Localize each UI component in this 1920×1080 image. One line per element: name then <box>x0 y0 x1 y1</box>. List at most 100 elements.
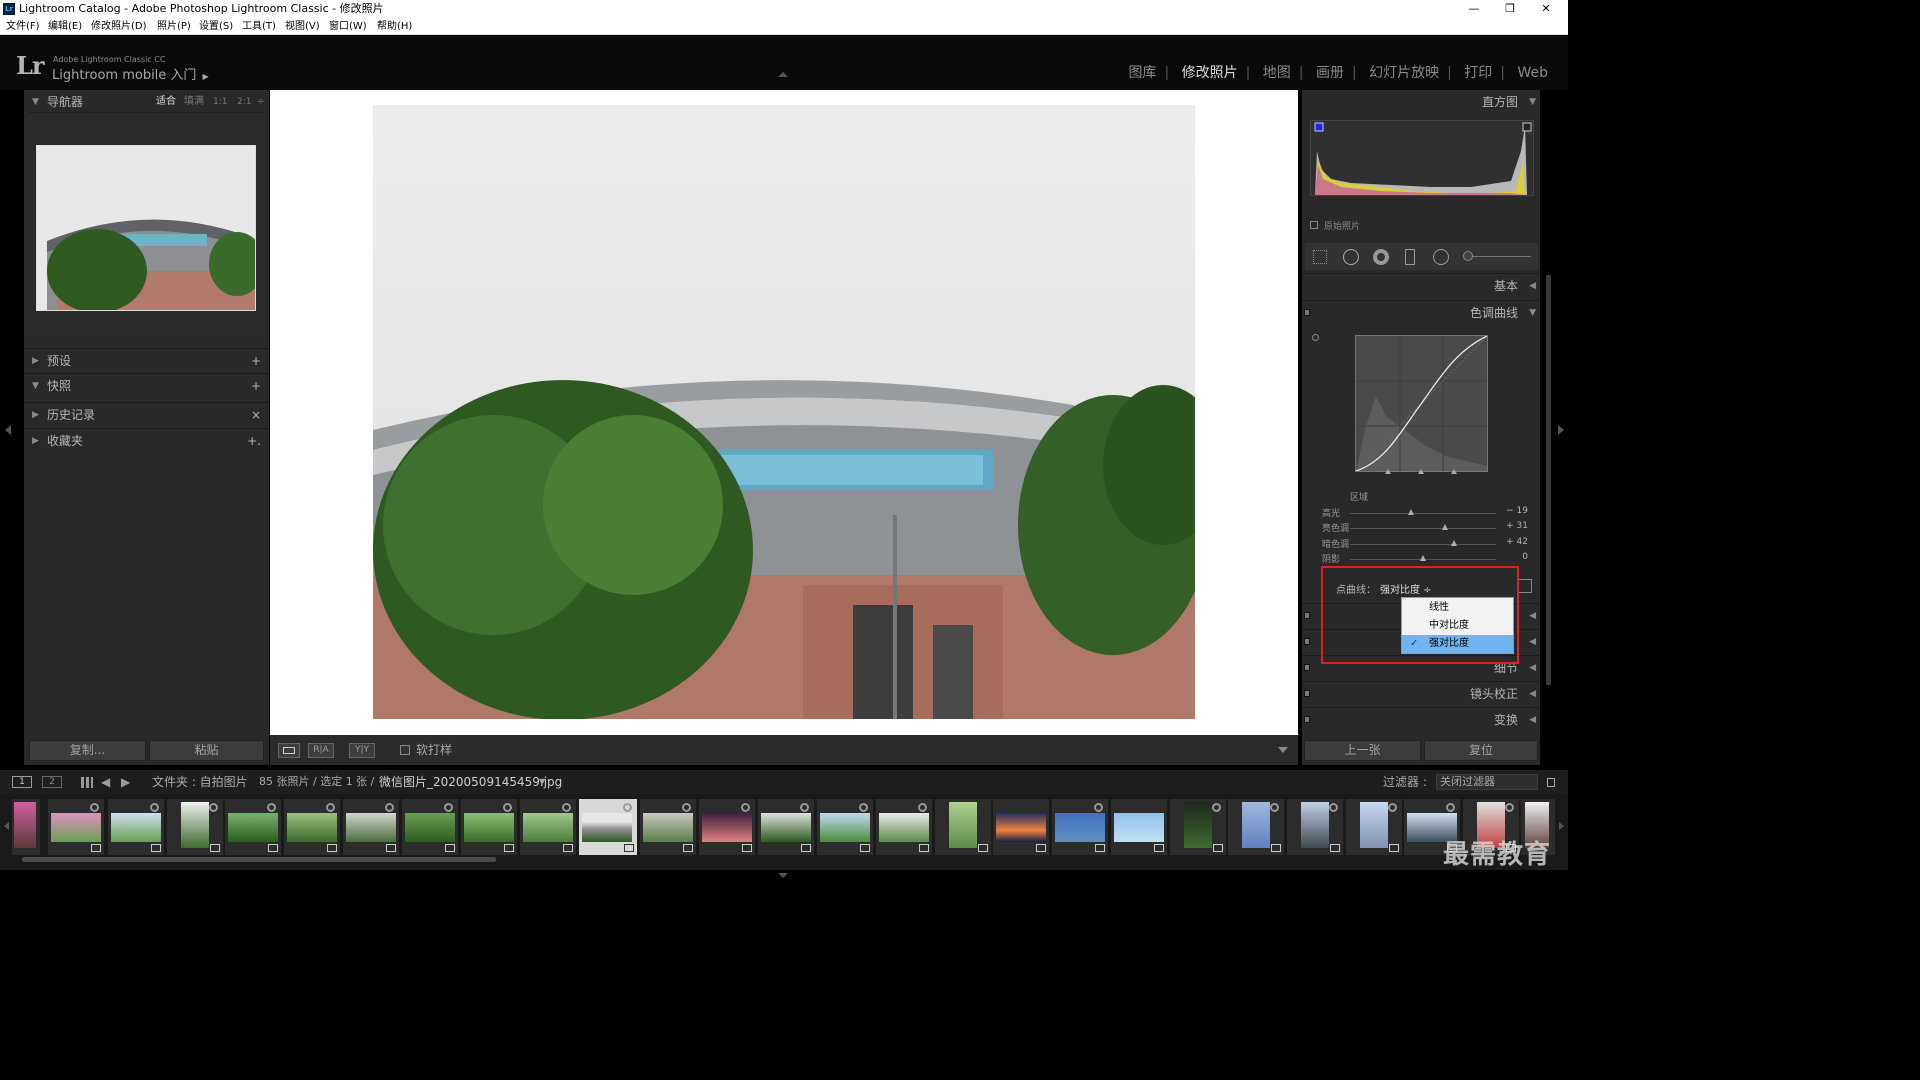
split-point-1[interactable] <box>1385 469 1391 474</box>
filmstrip-thumbnail[interactable] <box>48 799 104 855</box>
filmstrip-thumbnail[interactable] <box>284 799 340 855</box>
toolbar-menu-icon[interactable] <box>1278 747 1288 753</box>
panel-switch-icon[interactable] <box>1304 612 1310 619</box>
filmstrip-thumbnail[interactable] <box>1287 799 1343 855</box>
secondary-window-button[interactable]: 2 <box>42 776 62 788</box>
histogram-header[interactable]: 直方图 ▼ <box>1302 90 1540 114</box>
histogram-chart[interactable] <box>1310 120 1534 196</box>
left-panel-toggle-icon[interactable] <box>5 425 11 435</box>
menu-tools[interactable]: 工具(T) <box>242 18 276 35</box>
menu-file[interactable]: 文件(F) <box>6 18 40 35</box>
filter-select[interactable]: 关闭过滤器 <box>1436 774 1538 790</box>
filmstrip-thumbnail[interactable] <box>640 799 696 855</box>
module-book[interactable]: 画册 <box>1308 65 1352 81</box>
add-collection-icon[interactable]: +. <box>247 429 261 453</box>
filmstrip-thumbnail[interactable] <box>343 799 399 855</box>
right-panel-scrollbar[interactable] <box>1546 275 1551 685</box>
snapshots-header[interactable]: ▼ 快照 + <box>24 373 269 397</box>
zoom-more[interactable]: ÷ <box>257 90 265 114</box>
darks-slider[interactable]: 暗色调 + 42 <box>1302 537 1540 551</box>
collapse-bottom-arrow-icon[interactable] <box>778 873 788 878</box>
copy-button[interactable]: 复制... <box>29 740 146 761</box>
slider-knob[interactable] <box>1420 555 1426 561</box>
add-preset-icon[interactable]: + <box>251 349 261 373</box>
filmstrip-thumbnail[interactable] <box>108 799 164 855</box>
menu-help[interactable]: 帮助(H) <box>377 18 412 35</box>
darks-value[interactable]: + 42 <box>1506 537 1528 547</box>
right-panel-toggle-icon[interactable] <box>1558 425 1564 435</box>
filmstrip-thumbnail[interactable] <box>167 799 223 855</box>
slider-track[interactable] <box>1350 528 1496 529</box>
main-window-button[interactable]: 1 <box>12 776 32 788</box>
maximize-button[interactable]: ❐ <box>1492 0 1528 18</box>
filmstrip-thumbnail[interactable] <box>1052 799 1108 855</box>
transform-header[interactable]: 变换 ◀ <box>1302 707 1540 731</box>
filmstrip-thumbnail[interactable] <box>520 799 576 855</box>
menu-photo[interactable]: 照片(P) <box>157 18 191 35</box>
module-map[interactable]: 地图 <box>1255 65 1299 81</box>
adjustment-brush-icon[interactable] <box>1463 251 1473 261</box>
edit-point-curve-icon[interactable] <box>1518 579 1532 593</box>
filmstrip-right-arrow-icon[interactable] <box>1559 822 1564 830</box>
highlights-slider[interactable]: 高光 − 19 <box>1302 506 1540 520</box>
split-point-3[interactable] <box>1451 469 1457 474</box>
panel-switch-icon[interactable] <box>1304 664 1310 671</box>
mobile-getting-started[interactable]: Lightroom mobile 入门 ▶ <box>52 64 209 83</box>
minimize-button[interactable]: — <box>1456 0 1492 18</box>
forward-arrow-icon[interactable]: ▶ <box>121 770 130 794</box>
target-adjust-icon[interactable] <box>1312 334 1319 341</box>
slider-knob[interactable] <box>1450 540 1457 546</box>
zoom-1-1[interactable]: 1:1 <box>213 90 227 114</box>
module-develop[interactable]: 修改照片 <box>1174 65 1246 81</box>
back-arrow-icon[interactable]: ◀ <box>101 770 110 794</box>
grid-view-icon[interactable] <box>81 777 93 788</box>
filmstrip-thumbnail[interactable] <box>1111 799 1167 855</box>
clear-history-icon[interactable]: × <box>251 403 261 427</box>
module-web[interactable]: Web <box>1509 65 1556 81</box>
filmstrip-thumbnail[interactable] <box>876 799 932 855</box>
add-snapshot-icon[interactable]: + <box>251 374 261 398</box>
filmstrip-thumbnail[interactable] <box>817 799 873 855</box>
filmstrip-thumbnail[interactable] <box>935 799 991 855</box>
zoom-fit[interactable]: 适合 <box>156 90 176 114</box>
panel-switch-icon[interactable] <box>1304 638 1310 645</box>
red-eye-icon[interactable] <box>1373 249 1389 265</box>
history-header[interactable]: ▶ 历史记录 × <box>24 402 269 426</box>
lights-slider[interactable]: 亮色调 + 31 <box>1302 521 1540 535</box>
adjustment-brush-slider[interactable] <box>1465 256 1531 257</box>
loupe-view-button[interactable] <box>278 743 300 758</box>
filmstrip-left-arrow-icon[interactable] <box>4 822 9 830</box>
tone-curve-graph[interactable] <box>1355 335 1488 472</box>
before-after-ra-button[interactable]: R|A <box>308 743 334 758</box>
current-filename[interactable]: 微信图片_20200509145459.jpg <box>379 770 562 794</box>
original-photo-checkbox[interactable] <box>1310 221 1318 229</box>
paste-button[interactable]: 粘贴 <box>149 740 264 761</box>
main-photo[interactable] <box>373 105 1195 719</box>
slider-knob[interactable] <box>1441 524 1448 530</box>
filmstrip-thumbnail[interactable] <box>993 799 1049 855</box>
module-library[interactable]: 图库 <box>1120 65 1164 81</box>
spot-removal-icon[interactable] <box>1343 249 1359 265</box>
filter-lock-icon[interactable] <box>1547 778 1555 787</box>
slider-knob[interactable] <box>1408 509 1415 515</box>
navigator-header[interactable]: ▼ 导航器 适合 填满 1:1 2:1 ÷ <box>24 90 269 114</box>
filmstrip-thumbnail[interactable] <box>699 799 755 855</box>
crop-grid-icon[interactable] <box>1313 250 1327 264</box>
filmstrip-thumbnail[interactable] <box>12 799 40 855</box>
slider-track[interactable] <box>1350 513 1496 514</box>
lights-value[interactable]: + 31 <box>1506 521 1528 531</box>
filmstrip-thumbnail[interactable] <box>225 799 281 855</box>
filmstrip-thumbnail-selected[interactable] <box>579 799 637 855</box>
previous-button[interactable]: 上一张 <box>1304 740 1421 761</box>
slider-track[interactable] <box>1350 544 1496 545</box>
before-after-yy-button[interactable]: Y|Y <box>349 743 375 758</box>
menu-window[interactable]: 窗口(W) <box>329 18 367 35</box>
filmstrip-thumbnail[interactable] <box>461 799 517 855</box>
panel-switch-icon[interactable] <box>1304 309 1310 316</box>
source-folder[interactable]: 文件夹 : 自拍图片 <box>152 770 248 794</box>
reset-button[interactable]: 复位 <box>1424 740 1538 761</box>
zoom-2-1[interactable]: 2:1 <box>237 90 251 114</box>
soft-proof-checkbox[interactable] <box>400 745 410 755</box>
module-print[interactable]: 打印 <box>1456 65 1500 81</box>
collections-header[interactable]: ▶ 收藏夹 +. <box>24 428 269 452</box>
